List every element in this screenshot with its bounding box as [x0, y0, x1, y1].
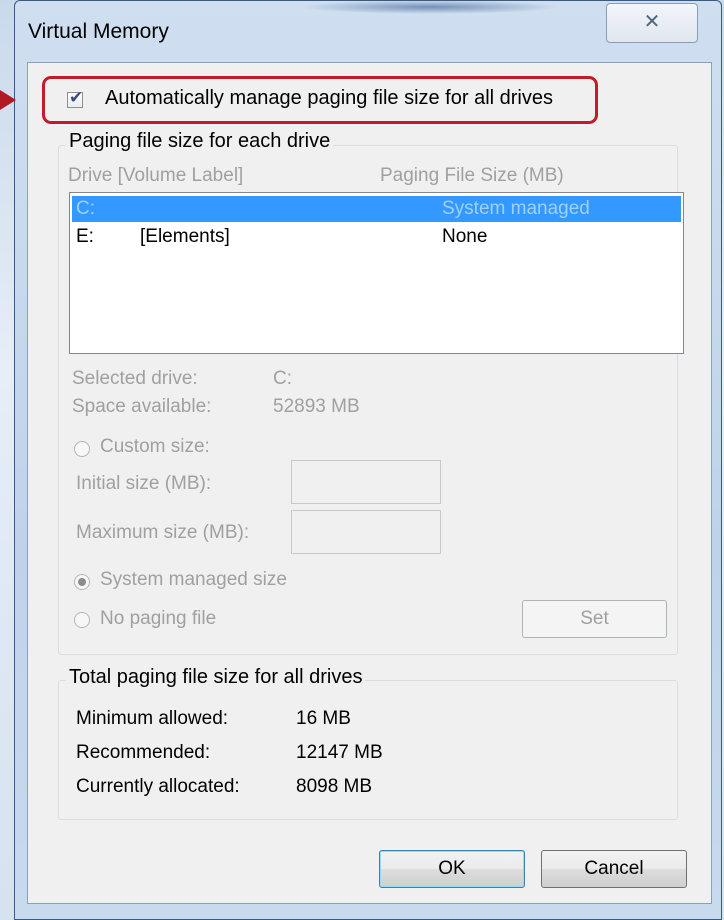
minimum-allowed-value: 16 MB	[296, 708, 351, 729]
auto-manage-label[interactable]: Automatically manage paging file size fo…	[105, 87, 553, 110]
set-button[interactable]: Set	[522, 600, 667, 638]
checkmark-icon: ✔	[69, 88, 84, 107]
initial-size-label: Initial size (MB):	[76, 473, 212, 494]
currently-allocated-label: Currently allocated:	[76, 776, 240, 797]
space-available-value: 52893 MB	[273, 396, 360, 417]
drive-volume-label: [Elements]	[140, 226, 230, 247]
column-header-drive: Drive [Volume Label]	[68, 165, 244, 186]
initial-size-input[interactable]	[291, 460, 441, 504]
paging-group-title: Paging file size for each drive	[66, 130, 334, 153]
title-bar-glow	[300, 0, 560, 14]
drive-letter: C:	[76, 198, 95, 219]
callout-arrow	[0, 90, 16, 110]
space-available-label: Space available:	[72, 396, 212, 417]
custom-size-radio[interactable]	[74, 441, 90, 457]
recommended-label: Recommended:	[76, 742, 211, 763]
dialog-title: Virtual Memory	[28, 20, 169, 43]
close-icon: ✕	[643, 11, 661, 33]
totals-group-title: Total paging file size for all drives	[66, 666, 366, 689]
drive-row-c[interactable]: C: System managed	[72, 196, 681, 222]
maximum-size-input[interactable]	[291, 510, 441, 554]
drive-letter: E:	[76, 226, 94, 247]
system-managed-radio[interactable]	[74, 574, 90, 590]
auto-manage-checkbox[interactable]: ✔	[67, 88, 83, 108]
column-header-size: Paging File Size (MB)	[380, 165, 564, 186]
minimum-allowed-label: Minimum allowed:	[76, 708, 229, 729]
auto-manage-highlight: ✔ Automatically manage paging file size …	[42, 76, 598, 124]
no-paging-file-radio[interactable]	[74, 612, 90, 628]
selected-drive-value: C:	[273, 368, 292, 389]
cancel-button[interactable]: Cancel	[541, 850, 687, 888]
system-managed-label[interactable]: System managed size	[100, 569, 287, 591]
no-paging-file-label[interactable]: No paging file	[100, 608, 216, 630]
recommended-value: 12147 MB	[296, 742, 383, 763]
drive-row-e[interactable]: E: [Elements] None	[72, 224, 681, 250]
drive-list[interactable]: C: System managed E: [Elements] None	[69, 192, 684, 354]
drive-paging-size: System managed	[442, 198, 590, 219]
drive-paging-size: None	[442, 226, 488, 247]
currently-allocated-value: 8098 MB	[296, 776, 373, 797]
selected-drive-label: Selected drive:	[72, 368, 198, 389]
custom-size-label[interactable]: Custom size:	[100, 436, 210, 458]
ok-button[interactable]: OK	[379, 850, 525, 888]
close-button[interactable]: ✕	[606, 3, 698, 43]
maximum-size-label: Maximum size (MB):	[76, 522, 250, 543]
